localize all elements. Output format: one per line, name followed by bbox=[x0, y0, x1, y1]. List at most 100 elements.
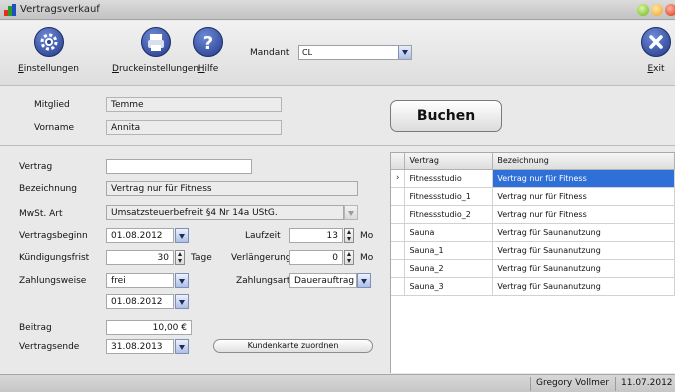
zahlungsdatum-chevron-down-icon[interactable] bbox=[175, 294, 189, 309]
member-section: Mitglied Temme Vorname Annita Buchen bbox=[0, 87, 675, 146]
kuendigungsfrist-unit: Tage bbox=[191, 253, 212, 263]
help-button[interactable]: ? Hilfe bbox=[193, 27, 223, 74]
window-title: Vertragsverkauf bbox=[20, 4, 100, 15]
verlaengerung-stepper-icon[interactable] bbox=[344, 250, 354, 265]
beitrag-input[interactable]: 10,00 € bbox=[106, 320, 192, 335]
zahlungsart-label: Zahlungsart bbox=[236, 276, 291, 286]
cell-vertrag[interactable]: Sauna bbox=[404, 223, 494, 242]
zahlungsweise-chevron-down-icon[interactable] bbox=[175, 273, 189, 288]
row-marker bbox=[391, 205, 406, 224]
cell-bezeichnung[interactable]: Vertrag nur für Fitness bbox=[492, 205, 675, 224]
cell-bezeichnung[interactable]: Vertrag nur für Fitness bbox=[492, 169, 675, 188]
verlaengerung-input[interactable]: 0 bbox=[289, 250, 343, 265]
app-logo-icon bbox=[4, 4, 16, 16]
zahlungsart-chevron-down-icon[interactable] bbox=[357, 273, 371, 288]
status-bar: Gregory Vollmer 11.07.2012 bbox=[0, 374, 675, 392]
cell-bezeichnung[interactable]: Vertrag für Saunanutzung bbox=[492, 277, 675, 296]
kuendigungsfrist-label: Kündigungsfrist bbox=[19, 253, 90, 263]
table-row[interactable]: › Fitnessstudio Vertrag nur für Fitness bbox=[391, 169, 675, 188]
settings-button[interactable]: Einstellungen bbox=[18, 27, 79, 74]
zahlungsweise-select[interactable]: frei bbox=[106, 273, 174, 288]
exit-button[interactable]: Exit bbox=[641, 27, 671, 74]
kuendigungsfrist-input[interactable]: 30 bbox=[106, 250, 174, 265]
cell-vertrag[interactable]: Fitnessstudio bbox=[404, 169, 494, 188]
bezeichnung-label: Bezeichnung bbox=[19, 184, 77, 194]
settings-label: instellungen bbox=[23, 64, 80, 74]
kuendigungsfrist-stepper-icon[interactable] bbox=[175, 250, 185, 265]
laufzeit-label: Laufzeit bbox=[245, 231, 281, 241]
cell-vertrag[interactable]: Sauna_2 bbox=[404, 259, 494, 278]
help-label: ilfe bbox=[204, 64, 219, 74]
zahlungsdatum-date[interactable]: 01.08.2012 bbox=[106, 294, 174, 309]
cell-bezeichnung[interactable]: Vertrag für Saunanutzung bbox=[492, 259, 675, 278]
help-icon: ? bbox=[193, 27, 223, 57]
cell-bezeichnung[interactable]: Vertrag nur für Fitness bbox=[492, 187, 675, 206]
table-row[interactable]: Sauna_3 Vertrag für Saunanutzung bbox=[391, 277, 675, 296]
vertrag-input[interactable] bbox=[106, 159, 252, 174]
status-date: 11.07.2012 bbox=[615, 377, 675, 391]
vertragsbeginn-date[interactable]: 01.08.2012 bbox=[106, 228, 174, 243]
laufzeit-stepper-icon[interactable] bbox=[344, 228, 354, 243]
kundenkarte-button[interactable]: Kundenkarte zuordnen bbox=[213, 339, 373, 353]
verlaengerung-label: Verlängerung bbox=[231, 253, 292, 263]
printer-icon bbox=[140, 27, 171, 57]
vertragsende-chevron-down-icon[interactable] bbox=[175, 339, 189, 354]
zahlungsart-select[interactable]: Dauerauftrag bbox=[289, 273, 357, 288]
cell-bezeichnung[interactable]: Vertrag für Saunanutzung bbox=[492, 223, 675, 242]
cell-vertrag[interactable]: Sauna_1 bbox=[404, 241, 494, 260]
minimize-button[interactable] bbox=[637, 4, 649, 16]
bezeichnung-field[interactable]: Vertrag nur für Fitness bbox=[106, 181, 358, 196]
help-accesskey: H bbox=[197, 64, 205, 74]
status-user: Gregory Vollmer bbox=[530, 377, 614, 391]
row-marker bbox=[391, 241, 406, 260]
contracts-grid: Vertrag Bezeichnung › Fitnessstudio Vert… bbox=[390, 152, 675, 373]
row-marker bbox=[391, 223, 406, 242]
cell-vertrag[interactable]: Sauna_3 bbox=[404, 277, 494, 296]
mwst-label: MwSt. Art bbox=[19, 209, 63, 219]
gear-icon bbox=[33, 27, 64, 57]
toolbar: Einstellungen Druckeinstellungen ? Hilfe… bbox=[0, 21, 675, 86]
row-pointer-icon: › bbox=[391, 169, 406, 188]
cell-vertrag[interactable]: Fitnessstudio_1 bbox=[404, 187, 494, 206]
table-row[interactable]: Fitnessstudio_2 Vertrag nur für Fitness bbox=[391, 205, 675, 224]
vertragsbeginn-chevron-down-icon[interactable] bbox=[175, 228, 189, 243]
vorname-field[interactable]: Annita bbox=[106, 120, 282, 135]
exit-label: xit bbox=[653, 64, 665, 74]
mwst-select[interactable]: Umsatzsteuerbefreit §4 Nr 14a UStG. bbox=[106, 205, 344, 220]
mitglied-label: Mitglied bbox=[34, 100, 70, 110]
mitglied-field[interactable]: Temme bbox=[106, 97, 282, 112]
table-row[interactable]: Sauna_1 Vertrag für Saunanutzung bbox=[391, 241, 675, 260]
vertragsende-date[interactable]: 31.08.2013 bbox=[106, 339, 174, 354]
cell-bezeichnung[interactable]: Vertrag für Saunanutzung bbox=[492, 241, 675, 260]
vertragsbeginn-label: Vertragsbeginn bbox=[19, 231, 88, 241]
zahlungsweise-label: Zahlungsweise bbox=[19, 276, 87, 286]
app-window: Vertragsverkauf Einstellungen Druckeinst… bbox=[0, 0, 675, 392]
vertrag-label: Vertrag bbox=[19, 162, 53, 172]
grid-header-vertrag[interactable]: Vertrag bbox=[404, 153, 494, 170]
close-icon bbox=[641, 27, 671, 57]
print-settings-accesskey: D bbox=[112, 64, 119, 74]
maximize-button[interactable] bbox=[651, 4, 663, 16]
vorname-label: Vorname bbox=[34, 123, 75, 133]
grid-header-bezeichnung[interactable]: Bezeichnung bbox=[492, 153, 675, 170]
table-row[interactable]: Sauna Vertrag für Saunanutzung bbox=[391, 223, 675, 242]
row-marker bbox=[391, 187, 406, 206]
cell-vertrag[interactable]: Fitnessstudio_2 bbox=[404, 205, 494, 224]
chevron-down-icon[interactable] bbox=[398, 46, 411, 59]
buchen-button[interactable]: Buchen bbox=[390, 100, 502, 132]
mwst-chevron-down-icon[interactable] bbox=[344, 205, 358, 220]
verlaengerung-unit: Mo bbox=[360, 253, 374, 263]
laufzeit-input[interactable]: 13 bbox=[289, 228, 343, 243]
svg-text:?: ? bbox=[203, 33, 213, 54]
table-row[interactable]: Sauna_2 Vertrag für Saunanutzung bbox=[391, 259, 675, 278]
print-settings-label: ruckeinstellungen bbox=[118, 64, 200, 74]
table-row[interactable]: Fitnessstudio_1 Vertrag nur für Fitness bbox=[391, 187, 675, 206]
row-marker bbox=[391, 259, 406, 278]
close-window-button[interactable] bbox=[665, 4, 675, 16]
mandant-label: Mandant bbox=[250, 48, 290, 58]
print-settings-button[interactable]: Druckeinstellungen bbox=[112, 27, 199, 74]
grid-corner bbox=[391, 153, 406, 170]
vertragsende-label: Vertragsende bbox=[19, 342, 80, 352]
mandant-select[interactable]: CL bbox=[298, 45, 412, 60]
row-marker bbox=[391, 277, 406, 296]
